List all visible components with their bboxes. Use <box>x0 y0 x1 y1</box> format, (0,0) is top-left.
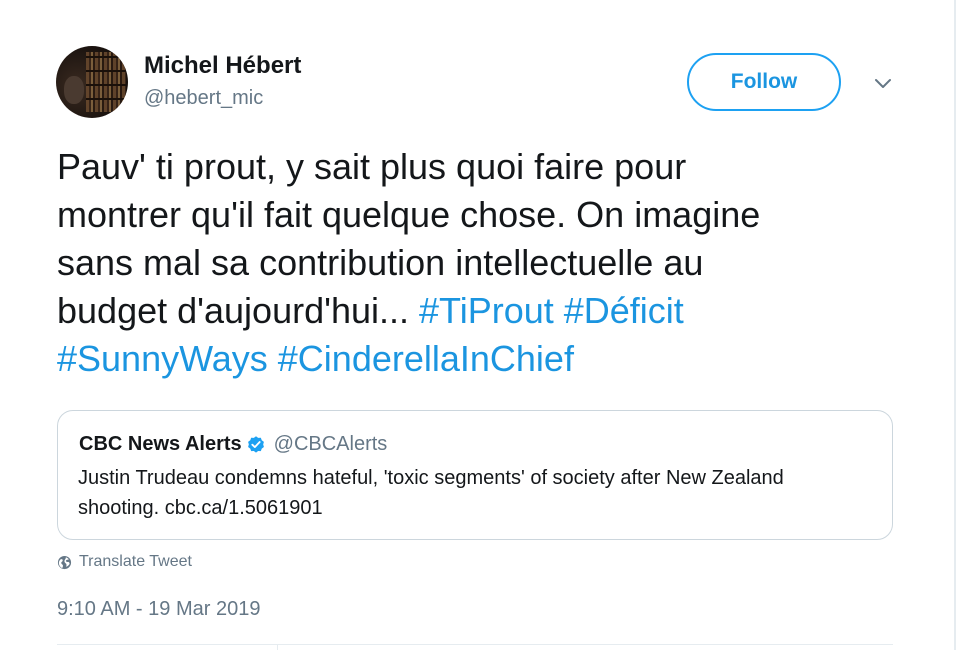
follow-button[interactable]: Follow <box>687 53 841 111</box>
quoted-tweet-text: Justin Trudeau condemns hateful, 'toxic … <box>78 463 878 523</box>
author-handle[interactable]: @hebert_mic <box>144 87 263 110</box>
verified-badge-icon <box>247 435 264 453</box>
tweet-line: budget d'aujourd'hui... #TiProut #Défici… <box>57 287 917 335</box>
divider-tick <box>277 644 278 650</box>
hashtag-link[interactable]: #SunnyWays <box>57 338 268 379</box>
tweet-text-segment <box>268 338 278 379</box>
globe-icon <box>57 555 72 569</box>
tweet-text-segment: Pauv' ti prout, y sait plus quoi faire p… <box>57 146 687 187</box>
hashtag-link[interactable]: #TiProut <box>419 290 554 331</box>
tweet-line: #SunnyWays #CinderellaInChief <box>57 335 917 383</box>
avatar[interactable] <box>56 46 128 118</box>
avatar-shelf-lines <box>86 52 126 112</box>
hashtag-link[interactable]: #Déficit <box>564 290 684 331</box>
tweet-text: Pauv' ti prout, y sait plus quoi faire p… <box>57 143 917 383</box>
tweet-line: montrer qu'il fait quelque chose. On ima… <box>57 191 917 239</box>
author-name[interactable]: Michel Hébert <box>144 52 301 80</box>
more-options-button[interactable] <box>868 70 898 98</box>
hashtag-link[interactable]: #CinderellaInChief <box>278 338 574 379</box>
translate-tweet-link[interactable]: Translate Tweet <box>57 553 192 571</box>
quoted-tweet-header: CBC News Alerts @CBCAlerts <box>79 433 387 456</box>
tweet-text-segment: montrer qu'il fait quelque chose. On ima… <box>57 194 761 235</box>
quoted-tweet-line: shooting. cbc.ca/1.5061901 <box>78 497 323 519</box>
divider <box>57 644 893 645</box>
quoted-tweet[interactable]: CBC News Alerts @CBCAlerts Justin Trudea… <box>57 410 893 540</box>
tweet-line: Pauv' ti prout, y sait plus quoi faire p… <box>57 143 917 191</box>
tweet-text-segment: sans mal sa contribution intellectuelle … <box>57 242 704 283</box>
tweet-text-segment: budget d'aujourd'hui... <box>57 290 420 331</box>
avatar-face <box>64 76 84 104</box>
tweet-text-segment <box>554 290 564 331</box>
quoted-author-handle: @CBCAlerts <box>273 433 388 455</box>
quoted-tweet-line: Justin Trudeau condemns hateful, 'toxic … <box>78 467 784 489</box>
chevron-down-icon <box>875 79 891 88</box>
quoted-author-name: CBC News Alerts <box>79 433 242 455</box>
tweet-card: Michel Hébert @hebert_mic Follow Pauv' t… <box>0 0 956 650</box>
translate-label: Translate Tweet <box>79 553 192 570</box>
tweet-timestamp[interactable]: 9:10 AM - 19 Mar 2019 <box>57 598 260 621</box>
tweet-line: sans mal sa contribution intellectuelle … <box>57 239 917 287</box>
